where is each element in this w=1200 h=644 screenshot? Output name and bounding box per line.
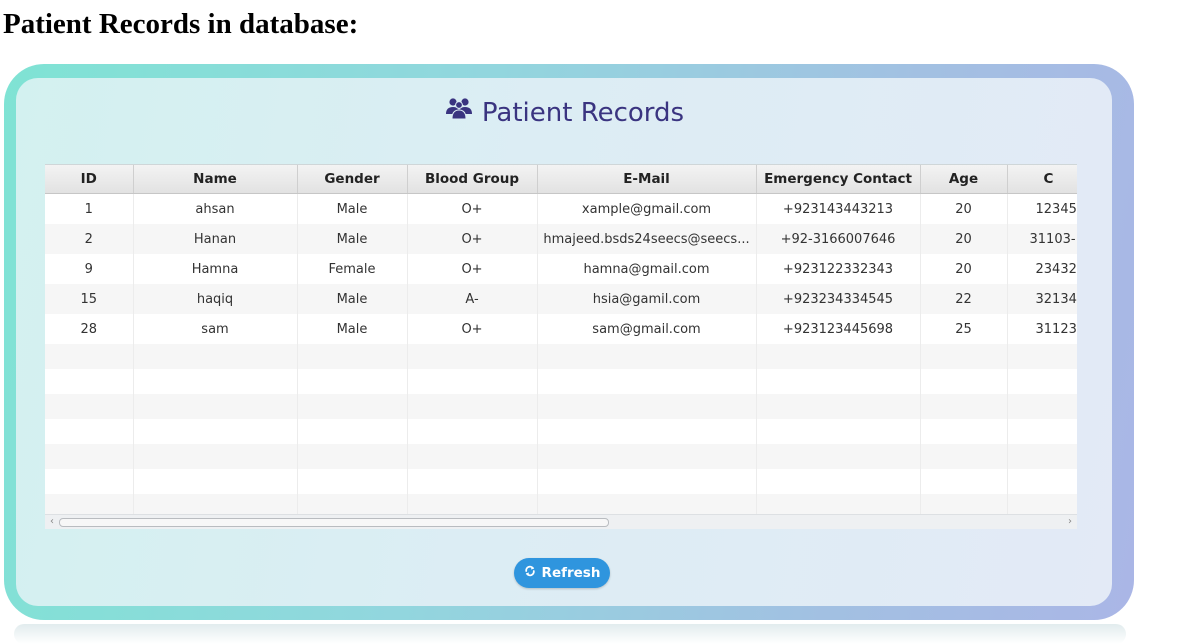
cell-name: ahsan <box>133 193 298 224</box>
patient-records-panel: Patient Records ID Name Gender Blood Gro… <box>16 78 1112 606</box>
cell-emergency-contact: +923122332343 <box>756 254 921 284</box>
cell-id: 9 <box>45 254 134 284</box>
column-header-age[interactable]: Age <box>920 165 1008 194</box>
cell-name: haqiq <box>133 284 298 314</box>
cell-age: 22 <box>920 284 1008 314</box>
cell-email: xample@gmail.com <box>537 193 757 224</box>
patients-table: ID Name Gender Blood Group E-Mail Emerge… <box>45 165 1077 515</box>
cell-cnic: 23432 <box>1007 254 1077 284</box>
cell-gender: Male <box>297 224 408 254</box>
cell-id: 2 <box>45 224 134 254</box>
cell-blood-group: O+ <box>407 314 538 344</box>
document-heading: Patient Records in database: <box>3 8 359 40</box>
cell-emergency-contact: +923143443213 <box>756 193 921 224</box>
cell-name: Hanan <box>133 224 298 254</box>
cell-cnic: 31123 <box>1007 314 1077 344</box>
cell-gender: Male <box>297 314 408 344</box>
table-row[interactable]: 28 sam Male O+ sam@gmail.com +9231234456… <box>45 314 1077 344</box>
refresh-icon <box>524 565 536 581</box>
cell-age: 20 <box>920 193 1008 224</box>
empty-table-row <box>45 419 1077 444</box>
cell-blood-group: O+ <box>407 224 538 254</box>
cell-id: 1 <box>45 193 134 224</box>
empty-table-row <box>45 394 1077 419</box>
cell-name: sam <box>133 314 298 344</box>
cell-age: 20 <box>920 224 1008 254</box>
scroll-right-icon[interactable]: › <box>1063 515 1077 529</box>
frame-reflection <box>14 624 1126 644</box>
column-header-blood-group[interactable]: Blood Group <box>407 165 538 194</box>
cell-gender: Male <box>297 284 408 314</box>
cell-email: sam@gmail.com <box>537 314 757 344</box>
column-header-email[interactable]: E-Mail <box>537 165 757 194</box>
cell-cnic: 32134 <box>1007 284 1077 314</box>
cell-emergency-contact: +923123445698 <box>756 314 921 344</box>
cell-name: Hamna <box>133 254 298 284</box>
empty-table-row <box>45 444 1077 469</box>
cell-emergency-contact: +92-3166007646 <box>756 224 921 254</box>
cell-cnic: 12345 <box>1007 193 1077 224</box>
cell-id: 28 <box>45 314 134 344</box>
scroll-left-icon[interactable]: ‹ <box>45 515 59 529</box>
cell-gender: Female <box>297 254 408 284</box>
cell-id: 15 <box>45 284 134 314</box>
cell-age: 20 <box>920 254 1008 284</box>
table-row[interactable]: 1 ahsan Male O+ xample@gmail.com +923143… <box>45 193 1077 224</box>
table-row[interactable]: 15 haqiq Male A- hsia@gamil.com +9232343… <box>45 284 1077 314</box>
horizontal-scrollbar[interactable]: ‹ › <box>45 514 1077 529</box>
cell-emergency-contact: +923234334545 <box>756 284 921 314</box>
empty-table-row <box>45 494 1077 515</box>
patients-table-container[interactable]: ID Name Gender Blood Group E-Mail Emerge… <box>45 164 1077 515</box>
empty-table-row <box>45 469 1077 494</box>
cell-email: hamna@gmail.com <box>537 254 757 284</box>
app-window-frame: Patient Records ID Name Gender Blood Gro… <box>4 64 1134 620</box>
cell-age: 25 <box>920 314 1008 344</box>
cell-blood-group: A- <box>407 284 538 314</box>
scrollbar-thumb[interactable] <box>59 518 609 527</box>
empty-table-row <box>45 344 1077 369</box>
cell-blood-group: O+ <box>407 193 538 224</box>
table-row[interactable]: 2 Hanan Male O+ hmajeed.bsds24seecs@seec… <box>45 224 1077 254</box>
cell-cnic: 31103- <box>1007 224 1077 254</box>
table-header-row: ID Name Gender Blood Group E-Mail Emerge… <box>45 165 1077 194</box>
users-icon <box>444 95 474 129</box>
table-row[interactable]: 9 Hamna Female O+ hamna@gmail.com +92312… <box>45 254 1077 284</box>
column-header-gender[interactable]: Gender <box>297 165 408 194</box>
panel-title-text: Patient Records <box>481 98 685 128</box>
column-header-id[interactable]: ID <box>45 165 134 194</box>
cell-email: hsia@gamil.com <box>537 284 757 314</box>
cell-blood-group: O+ <box>407 254 538 284</box>
cell-email: hmajeed.bsds24seecs@seecs... <box>537 224 757 254</box>
panel-title: Patient Records <box>16 96 1112 130</box>
column-header-emergency-contact[interactable]: Emergency Contact <box>756 165 921 194</box>
empty-table-row <box>45 369 1077 394</box>
column-header-cnic[interactable]: C <box>1007 165 1077 194</box>
cell-gender: Male <box>297 193 408 224</box>
refresh-button-label: Refresh <box>541 565 601 581</box>
column-header-name[interactable]: Name <box>133 165 298 194</box>
refresh-button[interactable]: Refresh <box>514 558 610 588</box>
